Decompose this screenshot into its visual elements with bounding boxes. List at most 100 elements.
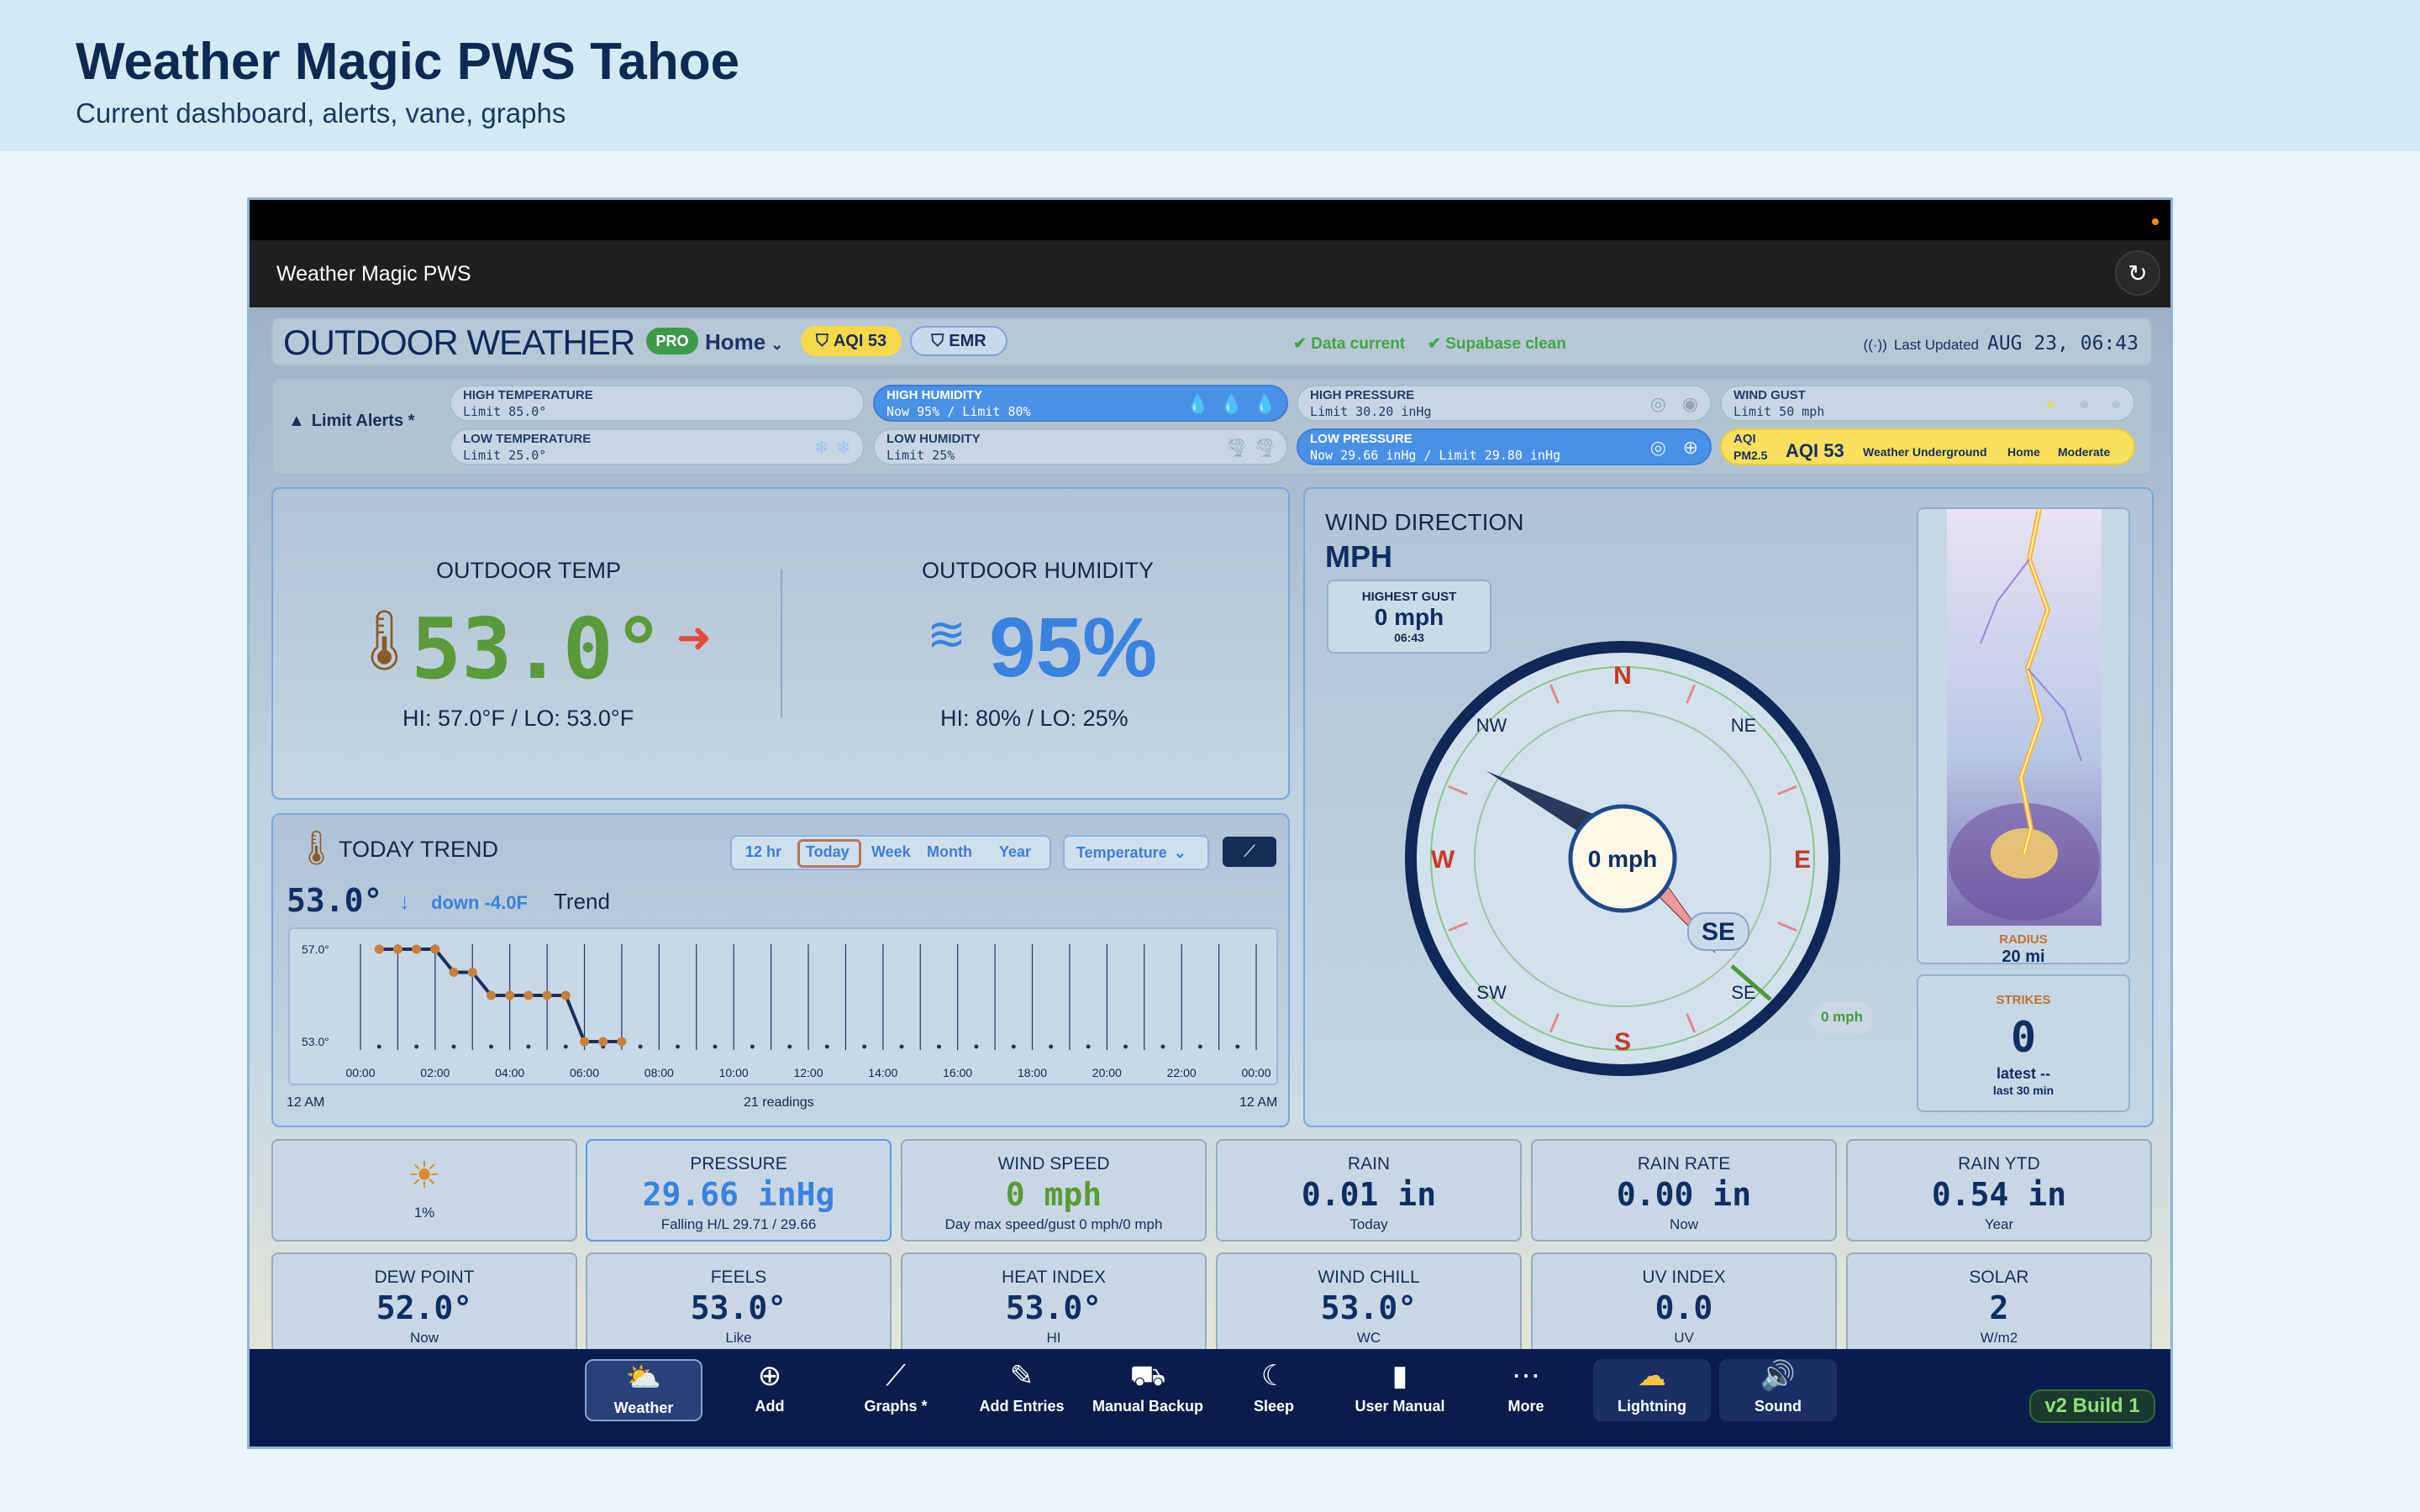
range-month[interactable]: Month bbox=[927, 843, 972, 861]
page-title: Weather Magic PWS Tahoe bbox=[76, 33, 740, 91]
alert-high-humidity[interactable]: HIGH HUMIDITY Now 95% / Limit 80% 💧 💧 💧 bbox=[873, 385, 1288, 422]
thermometer-icon: 🌡 bbox=[295, 830, 338, 867]
tile-rain-rate[interactable]: RAIN RATE 0.00 in Now bbox=[1531, 1139, 1837, 1242]
nav-label: Manual Backup bbox=[1092, 1398, 1204, 1415]
tile-wind-speed[interactable]: WIND SPEED 0 mph Day max speed/gust 0 mp… bbox=[901, 1139, 1207, 1242]
radius-value: 20 mi bbox=[2002, 948, 2045, 966]
tile-sun[interactable]: ☀ 1% bbox=[271, 1139, 577, 1242]
arrow-up-circle-icon: ◉ bbox=[1681, 393, 1698, 414]
alert-value: Now 29.66 inHg / Limit 29.80 inHg bbox=[1310, 448, 1561, 463]
refresh-button[interactable]: ↻ bbox=[2115, 250, 2160, 296]
lightning-strikes-card: STRIKES 0 latest -- last 30 min bbox=[1917, 974, 2130, 1112]
nav-weather[interactable]: ⛅ Weather bbox=[585, 1359, 702, 1421]
nav-manual-backup[interactable]: ⛟ Manual Backup bbox=[1089, 1359, 1207, 1421]
graph-toggle-button[interactable]: ⟋ bbox=[1223, 837, 1276, 867]
x-tick-label: 14:00 bbox=[868, 1066, 897, 1079]
tile-sub: Falling H/L 29.71 / 29.66 bbox=[660, 1216, 817, 1232]
trend-point bbox=[392, 944, 402, 954]
tile-uv-index[interactable]: UV INDEX 0.0 UV bbox=[1531, 1252, 1837, 1355]
nav-label: Add Entries bbox=[979, 1398, 1065, 1415]
trend-chart-svg: 57.0° 53.0° 00:00 02:00 04:00 06:00 08:00 10:00… bbox=[302, 942, 1271, 1079]
baseline-dot bbox=[526, 1044, 531, 1049]
wind-direction-value: SE bbox=[1702, 918, 1735, 946]
trend-point bbox=[374, 944, 384, 954]
nav-label: Sound bbox=[1754, 1398, 1802, 1415]
droplet-icon: 💧 bbox=[1253, 393, 1276, 414]
trend-point bbox=[412, 944, 422, 954]
nav-add[interactable]: ⊕ Add bbox=[711, 1359, 829, 1421]
outdoor-panel: OUTDOOR TEMP 🌡 53.0° ➜ HI: 57.0°F / LO: … bbox=[271, 487, 1290, 800]
range-selector: 12 hr Today Week Month Year bbox=[730, 835, 1051, 870]
nav-sound[interactable]: 🔊 Sound bbox=[1719, 1359, 1837, 1421]
alert-title: LOW PRESSURE bbox=[1310, 432, 1413, 446]
tile-heat-index[interactable]: HEAT INDEX 53.0° HI bbox=[901, 1252, 1207, 1355]
location-selector[interactable]: Home ⌄ bbox=[705, 329, 783, 355]
range-year[interactable]: Year bbox=[999, 843, 1031, 861]
alert-high-pressure[interactable]: HIGH PRESSURE Limit 30.20 inHg ◎ ◉ bbox=[1297, 385, 1712, 422]
nav-sleep[interactable]: ☾ Sleep bbox=[1215, 1359, 1333, 1421]
metric-dropdown[interactable]: Temperature ⌄ bbox=[1063, 835, 1209, 870]
wind-compass: N S E W NE NW SE SW 0 mph SE bbox=[1405, 641, 1840, 1076]
limit-alerts-heading: ▲ Limit Alerts * bbox=[288, 412, 414, 431]
range-week[interactable]: Week bbox=[871, 843, 911, 861]
tile-sub: Like bbox=[725, 1330, 752, 1346]
aqi-level: Moderate bbox=[2058, 445, 2111, 459]
refresh-icon: ↻ bbox=[2128, 260, 2148, 286]
emr-badge[interactable]: ⛉ EMR bbox=[910, 326, 1007, 356]
baseline-dot bbox=[1049, 1044, 1054, 1049]
outdoor-humidity-value: 95% bbox=[989, 601, 1158, 695]
limit-alerts-panel: ▲ Limit Alerts * HIGH TEMPERATURE Limit 85… bbox=[271, 378, 2152, 475]
tile-pressure[interactable]: PRESSURE 29.66 inHg Falling H/L 29.71 / … bbox=[586, 1139, 892, 1242]
nav-more[interactable]: ⋯ More bbox=[1467, 1359, 1585, 1421]
moon-icon: ☾ bbox=[1260, 1360, 1287, 1392]
alert-low-temperature[interactable]: LOW TEMPERATURE Limit 25.0° ❄ ❄ bbox=[450, 428, 865, 465]
trend-point bbox=[430, 944, 440, 954]
alert-low-humidity[interactable]: LOW HUMIDITY Limit 25% 🌪 🌪 bbox=[873, 428, 1288, 465]
tile-wind-chill[interactable]: WIND CHILL 53.0° WC bbox=[1216, 1252, 1522, 1355]
data-current-status: ✔ Data current bbox=[1293, 334, 1405, 354]
nav-label: Sleep bbox=[1253, 1398, 1295, 1415]
tile-feels[interactable]: FEELS 53.0° Like bbox=[586, 1252, 892, 1355]
alert-value: Limit 25.0° bbox=[463, 448, 547, 463]
status-strip bbox=[250, 200, 2170, 240]
x-tick-label: 22:00 bbox=[1167, 1066, 1197, 1079]
dashboard: OUTDOOR WEATHER PRO Home ⌄ ⛉ AQI 53 ⛉ EMR ✔… bbox=[250, 307, 2170, 1355]
gust-icon: ● bbox=[2110, 393, 2122, 414]
tile-dew-point[interactable]: DEW POINT 52.0° Now bbox=[271, 1252, 577, 1355]
range-today[interactable]: Today bbox=[806, 843, 850, 861]
nav-user-manual[interactable]: ▮ User Manual bbox=[1341, 1359, 1459, 1421]
alert-value: Limit 50 mph bbox=[1733, 404, 1825, 419]
alert-aqi[interactable]: AQI PM2.5 AQI 53 Weather Underground Hom… bbox=[1720, 428, 2135, 465]
tile-value: 0.00 in bbox=[1616, 1176, 1752, 1213]
chevron-down-icon: ⌄ bbox=[1173, 844, 1186, 861]
tile-value: 0.0 bbox=[1655, 1289, 1713, 1326]
tile-rain[interactable]: RAIN 0.01 in Today bbox=[1216, 1139, 1522, 1242]
alert-value: Limit 30.20 inHg bbox=[1310, 404, 1432, 419]
alert-wind-gust[interactable]: WIND GUST Limit 50 mph ● ● ● bbox=[1720, 385, 2135, 422]
shield-icon: ⛉ bbox=[815, 331, 829, 350]
x-tick-label: 20:00 bbox=[1092, 1066, 1122, 1079]
alert-low-pressure[interactable]: LOW PRESSURE Now 29.66 inHg / Limit 29.80… bbox=[1297, 428, 1712, 465]
tile-rain-ytd[interactable]: RAIN YTD 0.54 in Year bbox=[1846, 1139, 2152, 1242]
alert-value: Limit 25% bbox=[886, 448, 955, 463]
tile-value: 0.01 in bbox=[1301, 1176, 1437, 1213]
baseline-dot bbox=[638, 1044, 643, 1049]
last-updated: ((·)) Last Updated AUG 23, 06:43 bbox=[1864, 333, 2139, 354]
nav-add-entries[interactable]: ✎ Add Entries bbox=[963, 1359, 1081, 1421]
chart-line-icon: ⟋ bbox=[1244, 842, 1255, 861]
nav-lightning[interactable]: ☁ Lightning bbox=[1593, 1359, 1711, 1421]
nav-label: More bbox=[1507, 1398, 1544, 1415]
tile-solar[interactable]: SOLAR 2 W/m2 bbox=[1846, 1252, 2152, 1355]
range-12hr[interactable]: 12 hr bbox=[745, 843, 781, 861]
more-icon: ⋯ bbox=[1512, 1360, 1540, 1392]
aqi-badge[interactable]: ⛉ AQI 53 bbox=[801, 326, 902, 356]
strikes-latest: latest -- bbox=[1996, 1065, 2050, 1082]
alert-high-temperature[interactable]: HIGH TEMPERATURE Limit 85.0° bbox=[450, 385, 865, 422]
trend-point bbox=[449, 968, 459, 977]
nav-graphs[interactable]: ⟋ Graphs * bbox=[837, 1359, 955, 1421]
wind-direction-title: WIND DIRECTION bbox=[1325, 509, 1524, 535]
tile-sun-value: 1% bbox=[413, 1205, 435, 1221]
sun-icon: ☀ bbox=[408, 1154, 441, 1197]
tile-sub: Year bbox=[1984, 1216, 2014, 1232]
trend-point bbox=[560, 990, 571, 1000]
